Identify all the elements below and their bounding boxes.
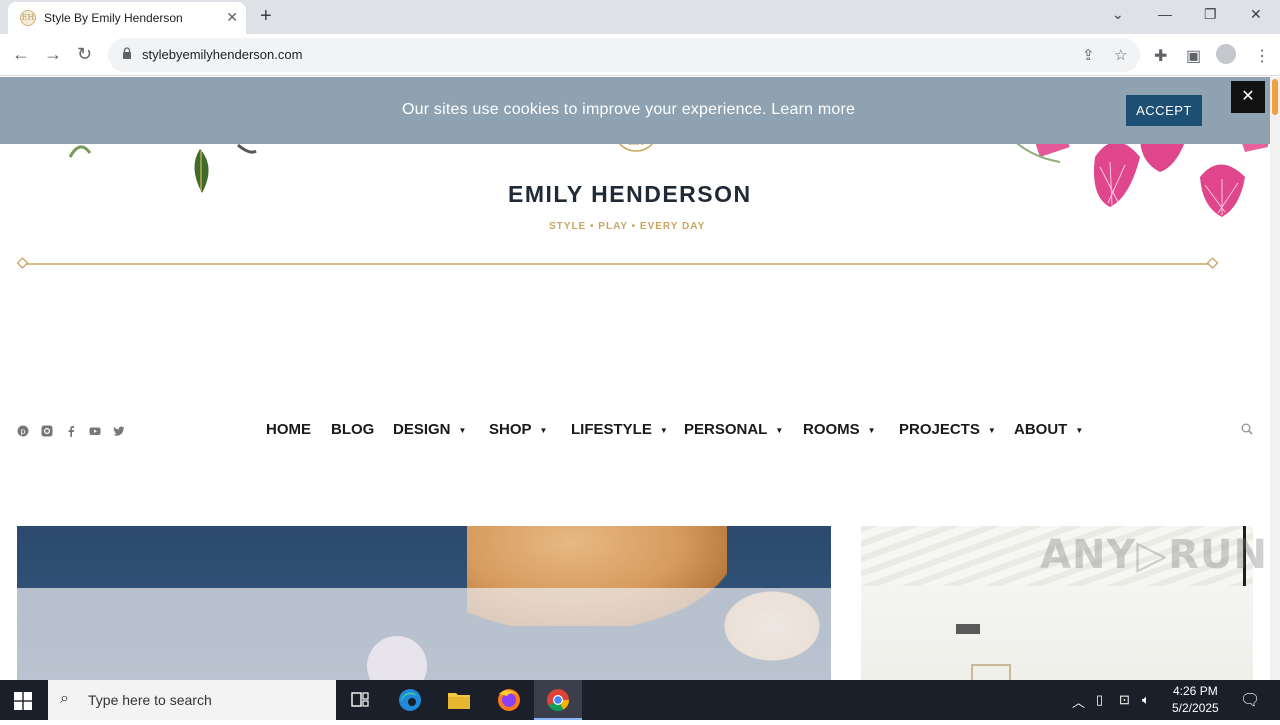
network-icon[interactable]: ⊡	[1119, 692, 1130, 708]
instagram-icon[interactable]	[40, 425, 54, 439]
site-favicon-icon: EH	[20, 10, 36, 26]
kebab-menu-icon[interactable]: ⋮	[1254, 46, 1270, 66]
nav-item-home[interactable]: HOME	[266, 421, 311, 438]
web-page: Our sites use cookies to improve your ex…	[0, 77, 1270, 680]
chevron-down-icon: ▼	[458, 425, 467, 435]
lock-icon	[123, 47, 131, 59]
browser-tab-strip: EH Style By Emily Henderson ✕ + ⌄ — ❐ ✕	[0, 0, 1280, 34]
page-scrollbar[interactable]	[1270, 77, 1280, 680]
side-panel-icon[interactable]: ▣	[1186, 46, 1201, 66]
address-bar[interactable]: stylebyemilyhenderson.com ⇪ ☆	[108, 38, 1140, 72]
chevron-down-icon: ▼	[1075, 425, 1084, 435]
profile-avatar-icon[interactable]	[1216, 44, 1236, 64]
chevron-down-icon: ▼	[539, 425, 548, 435]
task-view-icon[interactable]	[336, 680, 384, 720]
forward-arrow-icon[interactable]: →	[44, 44, 62, 65]
pinterest-icon[interactable]: p	[16, 425, 30, 439]
scrollbar-thumb[interactable]	[1272, 79, 1278, 115]
clock-time[interactable]: 4:26 PM	[1173, 684, 1218, 698]
show-hidden-icons-chevron-icon[interactable]: ︿	[1072, 692, 1085, 711]
search-icon: ⌕	[60, 690, 69, 707]
meet-now-icon[interactable]: ▯	[1096, 692, 1103, 708]
chevron-down-icon: ▼	[659, 425, 668, 435]
back-arrow-icon[interactable]: ←	[12, 44, 30, 65]
bookmark-star-icon[interactable]: ☆	[1114, 46, 1127, 64]
nav-item-rooms[interactable]: ROOMS ▼	[803, 421, 876, 438]
firefox-icon[interactable]	[485, 680, 533, 720]
chevron-down-icon: ▼	[775, 425, 784, 435]
extensions-puzzle-icon[interactable]: ✚	[1154, 46, 1167, 66]
taskbar-search-box[interactable]: ⌕ Type here to search	[48, 680, 336, 720]
nav-item-design[interactable]: DESIGN ▼	[393, 421, 466, 438]
nav-item-blog[interactable]: BLOG	[331, 421, 374, 438]
clock-date[interactable]: 5/2/2025	[1172, 701, 1219, 715]
reload-icon[interactable]: ↻	[77, 44, 92, 65]
twitter-icon[interactable]	[112, 425, 126, 439]
tab-close-icon[interactable]: ✕	[226, 9, 238, 26]
restore-button[interactable]: ❐	[1204, 6, 1217, 23]
nav-item-projects[interactable]: PROJECTS ▼	[899, 421, 996, 438]
file-explorer-icon[interactable]	[435, 680, 483, 720]
gold-divider	[16, 257, 1219, 269]
svg-text:p: p	[21, 427, 26, 436]
nav-item-lifestyle[interactable]: LIFESTYLE ▼	[571, 421, 668, 438]
close-cookie-banner-icon[interactable]: ✕	[1231, 81, 1265, 113]
notifications-icon[interactable]: 🗨︎	[1240, 690, 1260, 710]
site-brand-name[interactable]: EMILY HENDERSON	[508, 181, 768, 208]
volume-icon[interactable]: 🔈︎	[1142, 692, 1150, 708]
nav-item-shop[interactable]: SHOP ▼	[489, 421, 547, 438]
share-icon[interactable]: ⇪	[1082, 46, 1095, 64]
site-tagline: STYLE • PLAY • EVERY DAY	[549, 221, 706, 232]
browser-toolbar: ← → ↻ stylebyemilyhenderson.com ⇪ ☆ ✚ ▣ …	[0, 34, 1280, 76]
minimize-button[interactable]: —	[1158, 6, 1172, 22]
cookie-banner: Our sites use cookies to improve your ex…	[0, 77, 1270, 144]
anyrun-watermark: ANY▷RUN	[1040, 532, 1268, 578]
chevron-down-icon: ▼	[867, 425, 876, 435]
facebook-icon[interactable]	[64, 425, 78, 439]
featured-post-image[interactable]	[17, 526, 831, 680]
taskbar-search-placeholder: Type here to search	[88, 692, 212, 708]
edge-browser-icon[interactable]	[386, 680, 434, 720]
chevron-down-icon: ▼	[987, 425, 996, 435]
windows-start-icon[interactable]	[14, 692, 32, 710]
new-tab-button[interactable]: +	[260, 5, 272, 28]
accept-cookies-button[interactable]: ACCEPT	[1126, 95, 1202, 126]
window-close-button[interactable]: ✕	[1250, 6, 1262, 23]
browser-tab[interactable]: EH Style By Emily Henderson ✕	[8, 2, 246, 34]
youtube-icon[interactable]	[88, 425, 102, 439]
windows-taskbar: ⌕ Type here to search ︿ ▯ ⊡ 🔈︎ 4:26 PM 5…	[0, 680, 1280, 720]
chrome-icon[interactable]	[534, 680, 582, 720]
tab-title: Style By Emily Henderson	[44, 11, 183, 25]
leaf-illustration	[68, 143, 257, 193]
nav-item-personal[interactable]: PERSONAL ▼	[684, 421, 783, 438]
cookie-message[interactable]: Our sites use cookies to improve your ex…	[402, 101, 855, 119]
url-text: stylebyemilyhenderson.com	[142, 47, 303, 62]
site-search-icon[interactable]	[1241, 423, 1253, 438]
nav-item-about[interactable]: ABOUT ▼	[1014, 421, 1083, 438]
tab-search-dropdown-icon[interactable]: ⌄	[1112, 6, 1124, 23]
